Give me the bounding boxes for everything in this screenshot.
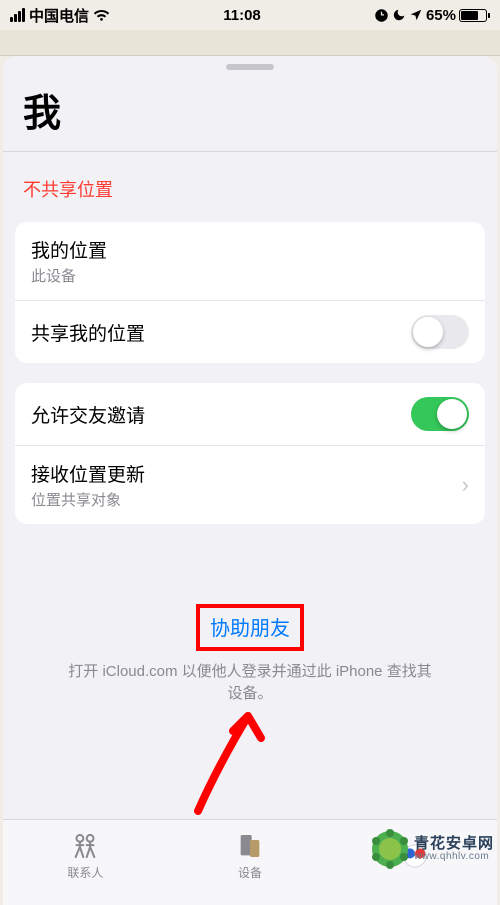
not-sharing-label: 不共享位置 [3, 152, 497, 222]
clock-label: 11:08 [223, 7, 261, 24]
tab-people[interactable]: 联系人 [3, 820, 168, 905]
signal-icon [10, 8, 25, 22]
battery-icon [459, 9, 490, 22]
my-location-sub: 此设备 [31, 265, 469, 286]
watermark: 青花安卓网 www.qhhlv.com [370, 829, 494, 869]
location-group: 我的位置 此设备 共享我的位置 [15, 222, 485, 363]
moon-icon [392, 8, 406, 22]
sheet-grabber[interactable] [226, 64, 274, 70]
people-icon [68, 831, 102, 861]
me-sheet: 我 不共享位置 我的位置 此设备 共享我的位置 允许交友邀请 接收位置更新 位置 [3, 56, 497, 905]
allow-friend-row[interactable]: 允许交友邀请 [15, 383, 485, 445]
my-location-row[interactable]: 我的位置 此设备 [15, 222, 485, 300]
receive-update-row[interactable]: 接收位置更新 位置共享对象 › [15, 445, 485, 524]
tab-devices[interactable]: 设备 [168, 820, 333, 905]
watermark-logo-icon [370, 829, 410, 869]
share-location-row[interactable]: 共享我的位置 [15, 300, 485, 363]
battery-pct: 65% [426, 7, 456, 24]
watermark-title: 青花安卓网 [414, 836, 494, 852]
chevron-right-icon: › [462, 472, 469, 498]
status-bar: 中国电信 11:08 65% [0, 0, 500, 30]
friend-group: 允许交友邀请 接收位置更新 位置共享对象 › [15, 383, 485, 524]
alarm-icon [374, 8, 389, 23]
map-background [0, 30, 500, 56]
tab-devices-label: 设备 [238, 864, 262, 881]
devices-icon [233, 831, 267, 861]
location-icon [409, 8, 423, 22]
receive-update-sub: 位置共享对象 [31, 489, 454, 510]
allow-friend-switch[interactable] [411, 397, 469, 431]
assist-hint: 打开 iCloud.com 以便他人登录并通过此 iPhone 查找其设备。 [33, 661, 467, 705]
share-location-switch[interactable] [411, 315, 469, 349]
share-location-label: 共享我的位置 [31, 319, 411, 346]
receive-update-label: 接收位置更新 [31, 460, 454, 487]
tab-people-label: 联系人 [67, 864, 103, 881]
arrow-annotation [173, 696, 283, 816]
my-location-label: 我的位置 [31, 236, 469, 263]
assist-friend-link[interactable]: 协助朋友 [210, 612, 290, 641]
highlight-annotation: 协助朋友 [196, 604, 304, 651]
carrier-label: 中国电信 [29, 5, 89, 26]
watermark-url: www.qhhlv.com [414, 852, 494, 863]
wifi-icon [93, 9, 110, 22]
allow-friend-label: 允许交友邀请 [31, 401, 411, 428]
page-title: 我 [3, 76, 497, 152]
